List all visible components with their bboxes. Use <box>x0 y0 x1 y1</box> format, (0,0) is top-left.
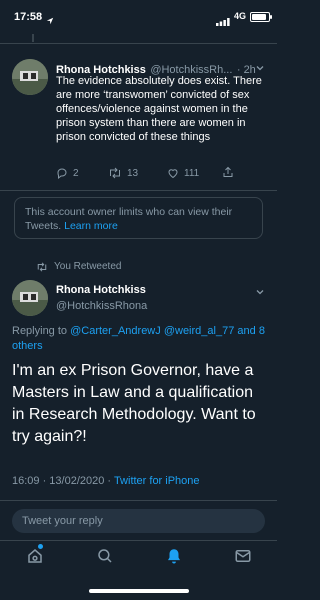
heart-icon <box>168 169 178 179</box>
author-name[interactable]: Rhona Hotchkiss <box>56 284 146 296</box>
share-icon <box>223 166 233 177</box>
share-button[interactable] <box>222 166 239 178</box>
status-time: 17:58 <box>14 11 43 23</box>
reply-input[interactable]: Tweet your reply <box>12 509 265 533</box>
retweet-context-label: You Retweeted <box>54 261 122 272</box>
source-link[interactable]: Twitter for iPhone <box>114 475 200 487</box>
tweet-meta: 16:09 · 13/02/2020 · Twitter for iPhone <box>12 475 200 487</box>
reply-button[interactable]: 2 <box>56 167 79 179</box>
retweet-icon <box>37 261 47 272</box>
replying-to: Replying to @Carter_AndrewJ @weird_al_77… <box>12 324 268 354</box>
network-type: 4G <box>234 11 247 21</box>
signal-bars-icon <box>216 13 230 31</box>
retweet-context: You Retweeted <box>36 261 121 272</box>
reply-icon <box>57 168 67 179</box>
like-button[interactable]: 111 <box>167 167 199 179</box>
retweet-icon <box>110 167 120 179</box>
home-icon[interactable] <box>26 547 44 570</box>
protected-account-notice: This account owner limits who can view t… <box>14 197 263 239</box>
learn-more-link[interactable]: Learn more <box>64 220 118 232</box>
status-bar: 17:58 4G <box>0 0 277 34</box>
previous-tweet[interactable]: Rhona Hotchkiss @HotchkissRh... · 2h The… <box>0 44 277 190</box>
replying-to-prefix: Replying to <box>12 325 68 337</box>
tab-bar <box>0 541 277 600</box>
thread-connector <box>32 34 34 42</box>
avatar[interactable] <box>12 280 48 316</box>
avatar[interactable] <box>12 59 48 95</box>
battery-icon <box>250 12 272 22</box>
location-arrow-icon <box>46 12 54 30</box>
mention-link[interactable]: @Carter_AndrewJ <box>70 325 161 337</box>
tweet-text: The evidence absolutely does exist. Ther… <box>56 75 262 143</box>
mention-link[interactable]: @weird_al_77 <box>164 325 235 337</box>
new-tweets-dot <box>38 544 43 549</box>
divider <box>0 500 277 501</box>
retweet-count: 13 <box>127 167 139 179</box>
like-count: 111 <box>184 167 200 179</box>
retweet-button[interactable]: 13 <box>108 167 138 179</box>
reply-count: 2 <box>73 167 79 179</box>
messages-icon[interactable] <box>234 547 252 570</box>
notifications-icon[interactable] <box>165 547 183 570</box>
tweet-text: I'm an ex Prison Governor, have a Master… <box>12 362 256 445</box>
search-icon[interactable] <box>96 547 114 570</box>
timestamp: 16:09 · 13/02/2020 · <box>12 475 112 487</box>
divider <box>0 190 277 191</box>
and-text: and <box>237 325 256 337</box>
author-handle[interactable]: @HotchkissRhona <box>56 300 147 312</box>
chevron-down-icon[interactable] <box>255 284 265 302</box>
home-indicator <box>89 589 189 593</box>
notice-text: This account owner limits who can view t… <box>25 206 233 232</box>
